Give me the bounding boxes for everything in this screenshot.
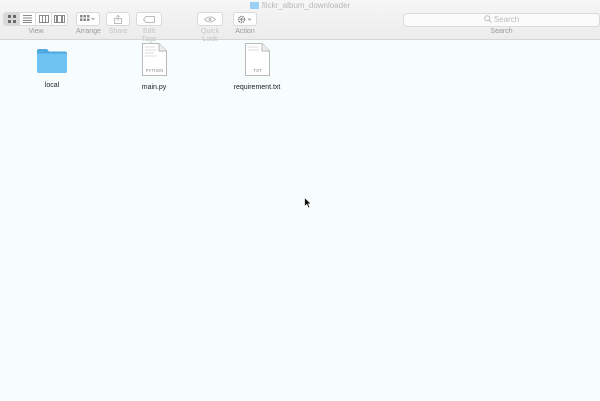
list-icon xyxy=(23,15,32,23)
text-document-icon: TXT xyxy=(245,43,270,76)
search-label: Search xyxy=(490,28,513,35)
edit-tags-button[interactable] xyxy=(136,12,162,26)
icon-view-button[interactable] xyxy=(4,13,20,25)
column-view-button[interactable] xyxy=(36,13,52,25)
columns-icon xyxy=(38,15,49,23)
share-group: Share xyxy=(106,12,130,39)
finder-window: flickr_album_downloader View Arrange Sha… xyxy=(0,0,600,401)
window-title-text: flickr_album_downloader xyxy=(261,1,351,10)
document-badge: TXT xyxy=(253,68,262,73)
action-label: Action xyxy=(235,28,255,35)
python-document-icon: PYTHON xyxy=(142,43,167,76)
arrange-group: Arrange xyxy=(76,12,101,39)
quick-look-button[interactable] xyxy=(197,12,223,26)
list-view-button[interactable] xyxy=(20,13,36,25)
title-folder-icon xyxy=(249,2,259,9)
document-badge: PYTHON xyxy=(146,68,163,73)
file-item-requirement-txt[interactable]: TXT requirement.txt xyxy=(222,43,292,92)
action-button[interactable] xyxy=(233,12,257,26)
file-item-main-py[interactable]: PYTHON main.py xyxy=(119,43,189,92)
gallery-view-button[interactable] xyxy=(52,13,67,25)
search-icon xyxy=(484,15,492,23)
view-group: View xyxy=(3,12,69,39)
quick-look-group: Quick Look xyxy=(193,12,227,43)
arrange-label: Arrange xyxy=(76,28,101,35)
view-label: View xyxy=(28,28,44,35)
window-title: flickr_album_downloader xyxy=(0,0,600,12)
share-icon xyxy=(114,14,122,24)
file-name: local xyxy=(44,82,60,89)
arrange-grid-icon xyxy=(80,15,95,21)
icon-grid-icon xyxy=(7,15,16,23)
arrange-button[interactable] xyxy=(76,12,100,26)
action-group: Action xyxy=(233,12,257,39)
edit-tags-group: Edit Tags xyxy=(136,12,162,43)
eye-icon xyxy=(204,16,216,22)
file-browser-area: local PYTHON main.py TXT requirement.txt xyxy=(0,40,600,401)
folder-icon xyxy=(37,49,67,73)
tag-icon xyxy=(143,15,155,23)
gallery-icon xyxy=(54,15,65,23)
search-field[interactable]: Search xyxy=(403,13,600,27)
share-label: Share xyxy=(108,28,128,35)
search-placeholder: Search xyxy=(493,15,520,24)
view-segmented-control xyxy=(3,12,68,26)
gear-icon xyxy=(237,15,252,23)
mouse-pointer-icon xyxy=(304,197,312,209)
file-item-local[interactable]: local xyxy=(17,46,87,90)
file-name: main.py xyxy=(141,84,167,91)
file-name: requirement.txt xyxy=(233,84,281,91)
share-button[interactable] xyxy=(106,12,130,26)
toolbar: flickr_album_downloader View Arrange Sha… xyxy=(0,0,600,43)
